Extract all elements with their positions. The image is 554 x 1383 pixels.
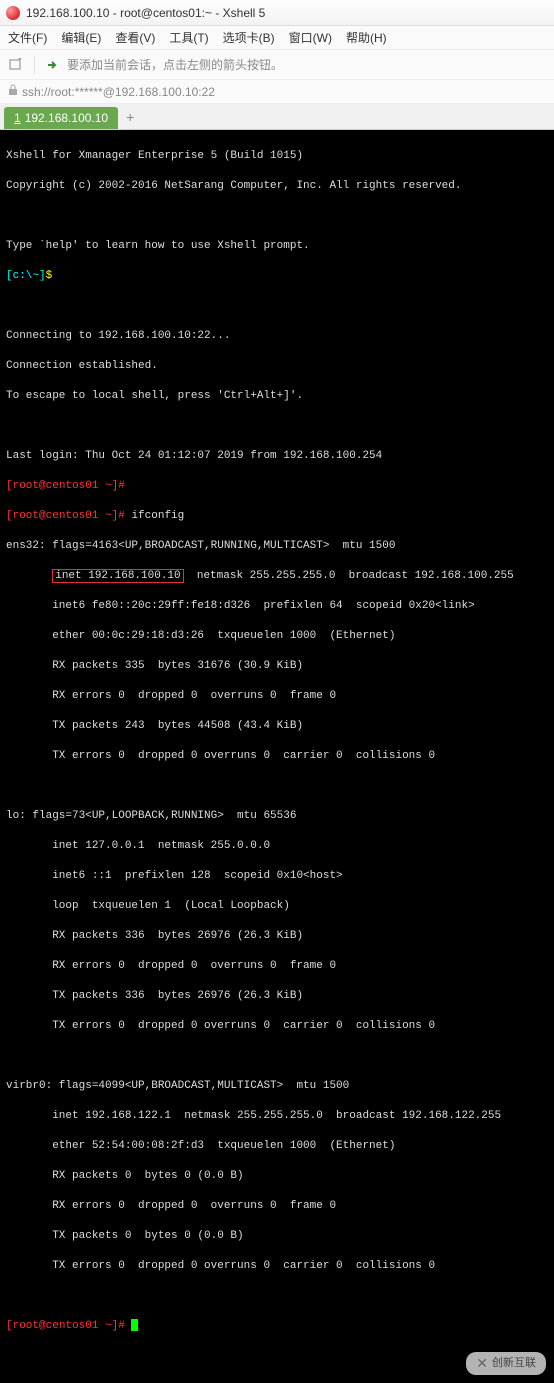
virbr-inet-line: inet 192.168.122.1 netmask 255.255.255.0… <box>6 1109 548 1124</box>
menu-tools[interactable]: 工具(T) <box>169 29 208 46</box>
menu-tabs[interactable]: 选项卡(B) <box>223 29 275 46</box>
add-arrow-icon[interactable] <box>45 57 61 73</box>
blank-line <box>6 299 548 314</box>
ens-ether-line: ether 00:0c:29:18:d3:26 txqueuelen 1000 … <box>6 629 548 644</box>
window-title: 192.168.100.10 - root@centos01:~ - Xshel… <box>26 6 265 20</box>
new-session-icon[interactable] <box>8 57 24 73</box>
tab-bar: 1 192.168.100.10 + <box>0 104 554 130</box>
banner-line: Xshell for Xmanager Enterprise 5 (Build … <box>6 149 548 164</box>
prompt-end-line: [root@centos01 ~]# <box>6 1319 548 1334</box>
lo-inet6-line: inet6 ::1 prefixlen 128 scopeid 0x10<hos… <box>6 869 548 884</box>
session-tab[interactable]: 1 192.168.100.10 <box>4 107 118 129</box>
virbr-rxerr-line: RX errors 0 dropped 0 overruns 0 frame 0 <box>6 1199 548 1214</box>
blank-line <box>6 419 548 434</box>
menu-edit[interactable]: 编辑(E) <box>61 29 101 46</box>
cursor <box>131 1319 138 1331</box>
menu-file[interactable]: 文件(F) <box>8 29 47 46</box>
ens-rxerr-line: RX errors 0 dropped 0 overruns 0 frame 0 <box>6 689 548 704</box>
watermark-text: 创新互联 <box>492 1356 536 1371</box>
prompt-line: [root@centos01 ~]# <box>6 479 548 494</box>
established-line: Connection established. <box>6 359 548 374</box>
menu-help[interactable]: 帮助(H) <box>346 29 387 46</box>
virbr-txerr-line: TX errors 0 dropped 0 overruns 0 carrier… <box>6 1259 548 1274</box>
lo-rxerr-line: RX errors 0 dropped 0 overruns 0 frame 0 <box>6 959 548 974</box>
lo-loop-line: loop txqueuelen 1 (Local Loopback) <box>6 899 548 914</box>
toolbar-tip: 要添加当前会话，点击左侧的箭头按钮。 <box>67 56 283 73</box>
ens-inet6-line: inet6 fe80::20c:29ff:fe18:d326 prefixlen… <box>6 599 548 614</box>
tab-label: 192.168.100.10 <box>25 111 108 125</box>
titlebar: 192.168.100.10 - root@centos01:~ - Xshel… <box>0 0 554 26</box>
blank-line <box>6 1049 548 1064</box>
escape-line: To escape to local shell, press 'Ctrl+Al… <box>6 389 548 404</box>
watermark: ✕ 创新互联 <box>466 1352 546 1375</box>
address-bar: ssh://root:******@192.168.100.10:22 <box>0 80 554 104</box>
copyright-line: Copyright (c) 2002-2016 NetSarang Comput… <box>6 179 548 194</box>
lastlogin-line: Last login: Thu Oct 24 01:12:07 2019 fro… <box>6 449 548 464</box>
help-line: Type `help' to learn how to use Xshell p… <box>6 239 548 254</box>
ens-inet-line: inet 192.168.100.10 netmask 255.255.255.… <box>6 569 548 584</box>
virbr-rx-line: RX packets 0 bytes 0 (0.0 B) <box>6 1169 548 1184</box>
ens-header: ens32: flags=4163<UP,BROADCAST,RUNNING,M… <box>6 539 548 554</box>
lo-tx-line: TX packets 336 bytes 26976 (26.3 KiB) <box>6 989 548 1004</box>
virbr-tx-line: TX packets 0 bytes 0 (0.0 B) <box>6 1229 548 1244</box>
menu-view[interactable]: 查看(V) <box>115 29 155 46</box>
blank-line <box>6 779 548 794</box>
menu-window[interactable]: 窗口(W) <box>289 29 332 46</box>
virbr-header: virbr0: flags=4099<UP,BROADCAST,MULTICAS… <box>6 1079 548 1094</box>
lo-rx-line: RX packets 336 bytes 26976 (26.3 KiB) <box>6 929 548 944</box>
local-prompt-line: [c:\~]$ <box>6 269 548 284</box>
menubar: 文件(F) 编辑(E) 查看(V) 工具(T) 选项卡(B) 窗口(W) 帮助(… <box>0 26 554 50</box>
toolbar-separator <box>34 56 35 74</box>
prompt-cmd-line: [root@centos01 ~]# ifconfig <box>6 509 548 524</box>
lo-inet-line: inet 127.0.0.1 netmask 255.0.0.0 <box>6 839 548 854</box>
toolbar: 要添加当前会话，点击左侧的箭头按钮。 <box>0 50 554 80</box>
lo-txerr-line: TX errors 0 dropped 0 overruns 0 carrier… <box>6 1019 548 1034</box>
app-icon <box>6 6 20 20</box>
lo-header: lo: flags=73<UP,LOOPBACK,RUNNING> mtu 65… <box>6 809 548 824</box>
virbr-ether-line: ether 52:54:00:08:2f:d3 txqueuelen 1000 … <box>6 1139 548 1154</box>
tab-add-button[interactable]: + <box>118 105 142 129</box>
connecting-line: Connecting to 192.168.100.10:22... <box>6 329 548 344</box>
blank-line <box>6 209 548 224</box>
ssh-address[interactable]: ssh://root:******@192.168.100.10:22 <box>22 85 215 99</box>
ens-rx-line: RX packets 335 bytes 31676 (30.9 KiB) <box>6 659 548 674</box>
ens-txerr-line: TX errors 0 dropped 0 overruns 0 carrier… <box>6 749 548 764</box>
terminal[interactable]: Xshell for Xmanager Enterprise 5 (Build … <box>0 130 554 1383</box>
tab-index: 1 <box>14 111 21 125</box>
ens-tx-line: TX packets 243 bytes 44508 (43.4 KiB) <box>6 719 548 734</box>
highlighted-ip: inet 192.168.100.10 <box>52 569 183 583</box>
watermark-icon: ✕ <box>476 1356 488 1371</box>
blank-line <box>6 1289 548 1304</box>
lock-icon <box>8 84 18 99</box>
